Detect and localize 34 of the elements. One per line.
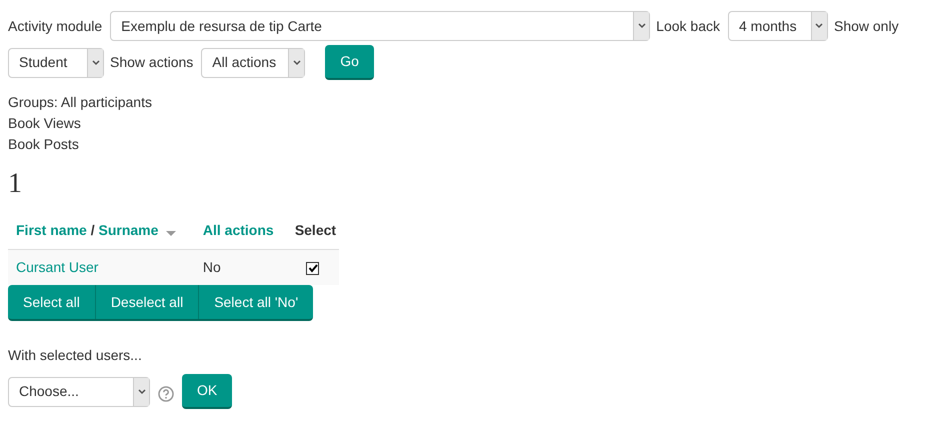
dropdown[interactable]: All actions	[201, 48, 306, 78]
separator-text: /	[90, 221, 96, 240]
ok-button[interactable]: OK	[182, 374, 232, 409]
checkbox[interactable]	[306, 262, 320, 275]
dropdown[interactable]: Choose...	[8, 376, 150, 406]
sort-icon	[166, 230, 176, 237]
info-text: Groups: All participants	[8, 93, 153, 112]
caret-icon	[133, 378, 149, 406]
filter-label: Show only	[834, 16, 899, 36]
select-button[interactable]: Deselect all	[94, 285, 198, 319]
go-button[interactable]: Go	[325, 45, 374, 80]
caret-icon	[633, 12, 650, 40]
filter-label: Activity module	[8, 16, 102, 36]
filter-label: Look back	[656, 16, 720, 36]
dropdown[interactable]: 4 months	[728, 11, 828, 41]
count-heading: 1	[8, 167, 22, 201]
info-text: Book Views	[8, 114, 82, 133]
help-icon[interactable]	[158, 386, 174, 402]
caret-icon	[288, 48, 304, 76]
column-header: Select	[294, 222, 336, 238]
sort-link[interactable]: Surname	[98, 220, 158, 242]
caret-icon	[87, 48, 103, 76]
sort-link[interactable]: First name	[16, 220, 87, 242]
table-cell: No	[202, 258, 221, 275]
info-text: Book Posts	[8, 135, 80, 154]
with-selected-label: With selected users...	[8, 346, 142, 365]
filter-label: Show actions	[110, 53, 194, 72]
user-link[interactable]: Cursant User	[16, 258, 98, 275]
dropdown[interactable]: Exemplu de resursa de tip Carte	[110, 11, 650, 41]
dropdown[interactable]: Student	[8, 48, 104, 78]
caret-icon	[810, 12, 827, 40]
select-button[interactable]: Select all 'No'	[198, 285, 314, 319]
select-button[interactable]: Select all	[8, 285, 95, 319]
column-link[interactable]: All actions	[202, 222, 274, 238]
